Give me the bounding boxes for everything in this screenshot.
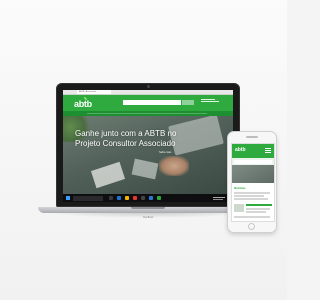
windows-start-icon[interactable] bbox=[66, 196, 70, 200]
taskbar-search[interactable] bbox=[73, 195, 103, 201]
phone-search-input[interactable] bbox=[234, 159, 272, 164]
camera-icon bbox=[147, 85, 150, 88]
hero-paper-image bbox=[131, 158, 159, 180]
header-contact-info bbox=[201, 99, 219, 102]
text-line bbox=[246, 211, 266, 213]
laptop-notch bbox=[131, 207, 165, 209]
laptop: ABTB | Associação … abtb Ganhe junto com… bbox=[56, 83, 240, 207]
folder-icon[interactable] bbox=[125, 196, 129, 200]
text-line bbox=[234, 192, 270, 194]
phone-screen: abtb Notícias bbox=[231, 143, 275, 222]
laptop-brand-label: MacBook bbox=[143, 216, 154, 219]
phone-section-title: Notícias bbox=[234, 186, 246, 190]
search-button[interactable] bbox=[182, 100, 194, 105]
hero-banner[interactable]: Ganhe junto com a ABTB no Projeto Consul… bbox=[63, 116, 233, 194]
edge-icon[interactable] bbox=[117, 196, 121, 200]
task-view-icon[interactable] bbox=[109, 196, 113, 200]
text-line bbox=[234, 216, 270, 218]
text-line bbox=[234, 198, 268, 200]
taskbar bbox=[63, 194, 233, 202]
smartphone: abtb Notícias bbox=[227, 131, 277, 233]
search-input[interactable] bbox=[123, 100, 181, 105]
speaker-grille bbox=[246, 136, 258, 138]
hero-paper-image bbox=[90, 161, 126, 189]
text-line bbox=[234, 195, 264, 197]
system-tray[interactable] bbox=[213, 197, 225, 200]
site-header: abtb bbox=[63, 95, 233, 111]
leaf-icon bbox=[84, 97, 87, 100]
phone-site-header: abtb bbox=[232, 144, 274, 158]
hero-cta-link[interactable]: Saiba mais bbox=[159, 151, 171, 154]
home-button[interactable] bbox=[248, 223, 255, 230]
chrome-icon[interactable] bbox=[133, 196, 137, 200]
browser-tab-label: ABTB | Associação … bbox=[79, 91, 99, 93]
news-thumbnail[interactable] bbox=[234, 204, 244, 212]
mail-icon[interactable] bbox=[149, 196, 153, 200]
hero-handshake-image bbox=[159, 156, 189, 176]
hero-title: Ganhe junto com a ABTB no Projeto Consul… bbox=[75, 129, 177, 148]
news-highlight-bar bbox=[246, 204, 272, 206]
browser-tab[interactable]: ABTB | Associação … bbox=[77, 90, 111, 94]
laptop-screen: ABTB | Associação … abtb Ganhe junto com… bbox=[63, 90, 233, 202]
phone-hero-image[interactable] bbox=[232, 165, 274, 183]
site-logo[interactable]: abtb bbox=[74, 97, 96, 109]
logo-text: abtb bbox=[74, 99, 92, 109]
hamburger-menu-icon[interactable] bbox=[265, 148, 271, 153]
laptop-base bbox=[38, 207, 258, 213]
store-icon[interactable] bbox=[141, 196, 145, 200]
phone-logo[interactable]: abtb bbox=[235, 147, 246, 153]
text-line bbox=[246, 208, 270, 210]
phone-search-bar bbox=[232, 158, 274, 165]
app-icon[interactable] bbox=[157, 196, 161, 200]
